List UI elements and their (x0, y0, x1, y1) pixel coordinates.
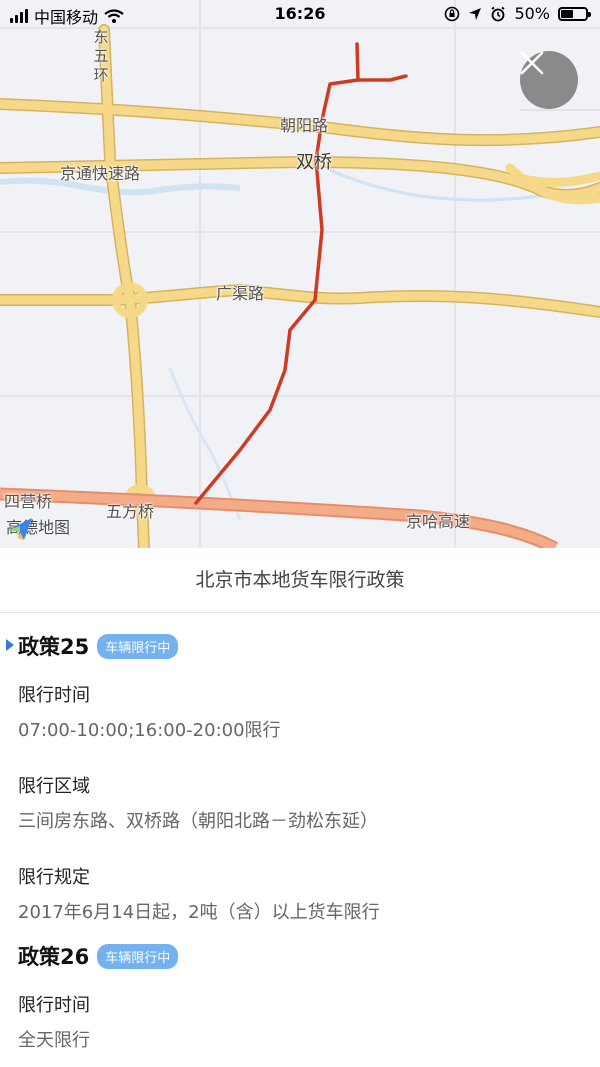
map-canvas[interactable] (0, 0, 600, 548)
status-badge: 车辆限行中 (97, 943, 179, 969)
time-label: 限行时间 (18, 685, 90, 706)
battery-icon (558, 6, 591, 21)
close-button[interactable] (520, 51, 578, 109)
rule-value: 2017年6月14日起，2吨（含）以上货车限行 (18, 902, 380, 923)
time-value: 07:00-10:00;16:00-20:00限行 (18, 720, 281, 741)
map-label-chaoyang-road: 朝阳路 (280, 116, 329, 135)
location-arrow-icon (469, 7, 482, 20)
rotation-lock-icon (445, 6, 460, 21)
policy-card[interactable]: 政策26 车辆限行中 限行时间 全天限行 (18, 941, 588, 1052)
time-label: 限行时间 (18, 995, 90, 1016)
close-icon (520, 51, 544, 75)
policy-card[interactable]: 政策25 车辆限行中 限行时间 07:00-10:00;16:00-20:00限… (6, 631, 588, 924)
status-bar: 中国移动 16:26 50% (0, 0, 600, 30)
selected-marker-icon (6, 639, 14, 651)
map-label-east-fifth-ring: 东五环 (93, 28, 109, 84)
map-label-shuangqiao: 双桥 (296, 152, 332, 173)
alarm-icon (491, 6, 505, 21)
area-value: 三间房东路、双桥路（朝阳北路－劲松东延） (18, 811, 378, 832)
map-label-jingtong-expressway: 京通快速路 (60, 164, 141, 183)
amap-logo-icon (8, 518, 32, 540)
policy-name: 政策26 (18, 945, 90, 969)
amap-logo: 高德地图 (6, 514, 70, 540)
battery-percent: 50% (514, 4, 550, 23)
map-label-guangqu-road: 广渠路 (216, 284, 265, 303)
map-view[interactable]: 东五环 朝阳路 京通快速路 双桥 广渠路 四营桥 五方桥 京哈高速 高德地图 (0, 0, 600, 548)
map-label-jingha-expressway: 京哈高速 (406, 512, 471, 531)
map-label-wufangqiao: 五方桥 (106, 502, 155, 521)
area-label: 限行区域 (18, 776, 90, 797)
policy-name: 政策25 (18, 635, 90, 659)
status-badge: 车辆限行中 (97, 633, 179, 659)
panel-title: 北京市本地货车限行政策 (0, 548, 600, 613)
map-label-siyingqiao: 四营桥 (4, 492, 53, 511)
rule-label: 限行规定 (18, 867, 90, 888)
time-value: 全天限行 (18, 1030, 90, 1051)
